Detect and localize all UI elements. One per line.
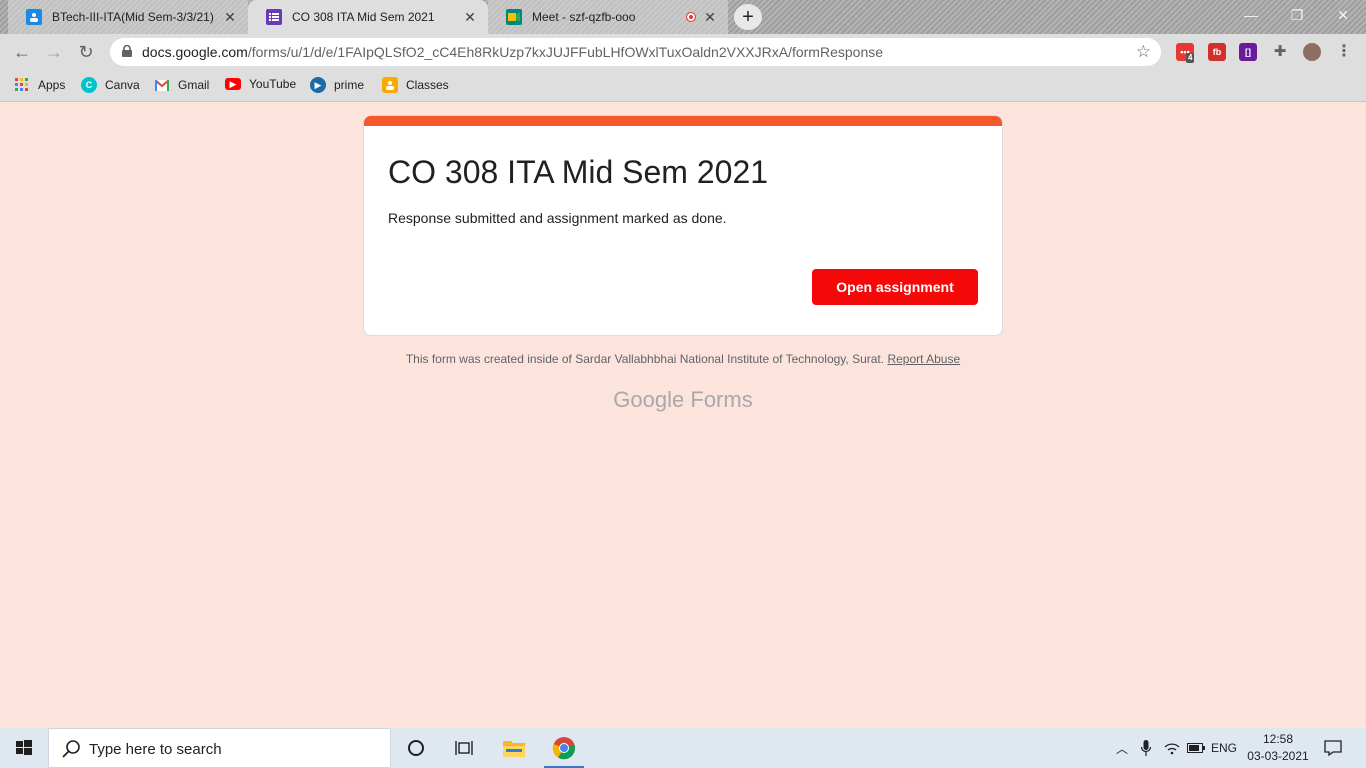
classroom-icon	[382, 77, 398, 93]
brand-forms: Forms	[690, 387, 753, 412]
form-title: CO 308 ITA Mid Sem 2021	[388, 154, 769, 190]
bookmark-label: Canva	[105, 78, 140, 92]
bookmark-label: Gmail	[178, 78, 210, 92]
back-button[interactable]: ←	[10, 40, 34, 64]
prime-video-icon: ▶	[310, 77, 326, 93]
form-accent-bar	[364, 116, 1002, 126]
extension-bracket-icon[interactable]: []	[1239, 43, 1257, 61]
chevron-up-icon: ︿	[1115, 741, 1128, 756]
tab-title: BTech-III-ITA(Mid Sem-3/3/21)	[52, 10, 214, 24]
bookmark-prime[interactable]: ▶ prime	[310, 77, 364, 93]
start-button[interactable]	[0, 728, 48, 768]
notification-icon	[1324, 740, 1342, 756]
bookmark-label: prime	[334, 78, 365, 92]
browser-toolbar: ← → ↻ docs.google.com/forms/u/1/d/e/1FAI…	[0, 34, 1366, 70]
youtube-icon: ▶	[225, 78, 241, 90]
bookmarks-bar: Apps C Canva Gmail ▶ YouTube ▶ prime Cla…	[0, 70, 1366, 102]
forms-icon	[266, 9, 282, 25]
classroom-icon	[26, 9, 42, 25]
forward-button[interactable]: →	[42, 40, 66, 64]
extension-fb-icon[interactable]: fb	[1208, 43, 1226, 61]
confirmation-message: Response submitted and assignment marked…	[388, 210, 727, 226]
canva-icon: C	[81, 77, 97, 93]
form-footer-note: This form was created inside of Sardar V…	[363, 352, 1003, 366]
tab-meet[interactable]: Meet - szf-qzfb-ooo ✕	[488, 0, 728, 34]
wifi-icon[interactable]	[1160, 728, 1184, 768]
bookmark-gmail[interactable]: Gmail	[154, 77, 209, 93]
bookmark-apps[interactable]: Apps	[14, 77, 65, 93]
bookmark-classes[interactable]: Classes	[382, 77, 449, 93]
file-explorer-button[interactable]	[490, 728, 538, 768]
form-response-card: CO 308 ITA Mid Sem 2021 Response submitt…	[363, 115, 1003, 336]
tab-title: CO 308 ITA Mid Sem 2021	[292, 10, 435, 24]
open-assignment-button[interactable]: Open assignment	[812, 269, 978, 305]
bookmark-star-icon[interactable]: ☆	[1136, 42, 1151, 62]
tab-strip: BTech-III-ITA(Mid Sem-3/3/21) ✕ CO 308 I…	[0, 0, 1366, 34]
cortana-button[interactable]	[392, 728, 440, 768]
new-tab-button[interactable]: +	[734, 4, 762, 30]
close-window-button[interactable]: ✕	[1320, 0, 1366, 30]
address-bar[interactable]: docs.google.com/forms/u/1/d/e/1FAIpQLSfO…	[110, 38, 1161, 66]
report-abuse-link[interactable]: Report Abuse	[887, 352, 960, 366]
google-forms-logo[interactable]: Google Forms	[363, 387, 1003, 413]
bookmark-youtube[interactable]: ▶ YouTube	[225, 77, 296, 91]
reload-button[interactable]: ↻	[74, 40, 98, 64]
search-icon	[62, 740, 80, 758]
bookmark-label: Apps	[38, 78, 66, 92]
task-view-button[interactable]	[440, 728, 488, 768]
bookmark-label: Classes	[406, 78, 449, 92]
folder-icon	[503, 741, 525, 757]
tab-title: Meet - szf-qzfb-ooo	[532, 10, 636, 24]
recording-indicator-icon	[686, 12, 696, 22]
battery-icon[interactable]	[1185, 728, 1207, 768]
cortana-circle-icon	[408, 740, 424, 756]
action-center-button[interactable]	[1320, 728, 1346, 768]
windows-taskbar: Type here to search ︿ ENG 12:58 03-03-20…	[0, 728, 1366, 768]
windows-logo-icon	[16, 740, 32, 755]
brand-google: Google	[613, 387, 685, 412]
show-hidden-icons-button[interactable]: ︿	[1112, 728, 1132, 768]
menu-kebab-icon[interactable]: ⋮	[1335, 43, 1353, 61]
chrome-icon	[552, 737, 576, 760]
tab-form-active[interactable]: CO 308 ITA Mid Sem 2021 ✕	[248, 0, 488, 34]
bookmark-label: YouTube	[249, 77, 297, 91]
clock-date: 03-03-2021	[1247, 749, 1309, 763]
clock-time: 12:58	[1262, 732, 1294, 746]
language-indicator[interactable]: ENG	[1208, 728, 1240, 768]
meet-icon	[506, 9, 522, 25]
apps-grid-icon	[14, 77, 30, 93]
search-placeholder: Type here to search	[89, 741, 222, 758]
microphone-icon[interactable]	[1136, 728, 1156, 768]
restore-button[interactable]: ❐	[1274, 0, 1320, 30]
lock-icon	[122, 45, 132, 57]
profile-avatar[interactable]	[1303, 43, 1321, 61]
url-host: docs.google.com	[142, 44, 248, 60]
task-view-icon	[455, 741, 473, 755]
minimize-button[interactable]: —	[1228, 0, 1274, 30]
system-clock[interactable]: 12:58 03-03-2021	[1240, 731, 1316, 765]
close-icon[interactable]: ✕	[462, 9, 478, 25]
chrome-taskbar-button[interactable]	[540, 728, 588, 768]
close-icon[interactable]: ✕	[222, 9, 238, 25]
url-path: /forms/u/1/d/e/1FAIpQLSfO2_cC4Eh8RkUzp7k…	[247, 44, 884, 60]
bookmark-canva[interactable]: C Canva	[81, 77, 140, 93]
close-icon[interactable]: ✕	[702, 9, 718, 25]
extensions-puzzle-icon[interactable]: ✚	[1271, 43, 1289, 61]
taskbar-search[interactable]: Type here to search	[48, 728, 391, 768]
gmail-icon	[154, 77, 170, 93]
tab-btech-classroom[interactable]: BTech-III-ITA(Mid Sem-3/3/21) ✕	[8, 0, 248, 34]
extension-todo-icon[interactable]: ••• 4	[1176, 43, 1195, 63]
url-text: docs.google.com/forms/u/1/d/e/1FAIpQLSfO…	[142, 44, 883, 60]
extension-badge: 4	[1186, 53, 1195, 63]
footer-note-text: This form was created inside of Sardar V…	[405, 352, 885, 366]
